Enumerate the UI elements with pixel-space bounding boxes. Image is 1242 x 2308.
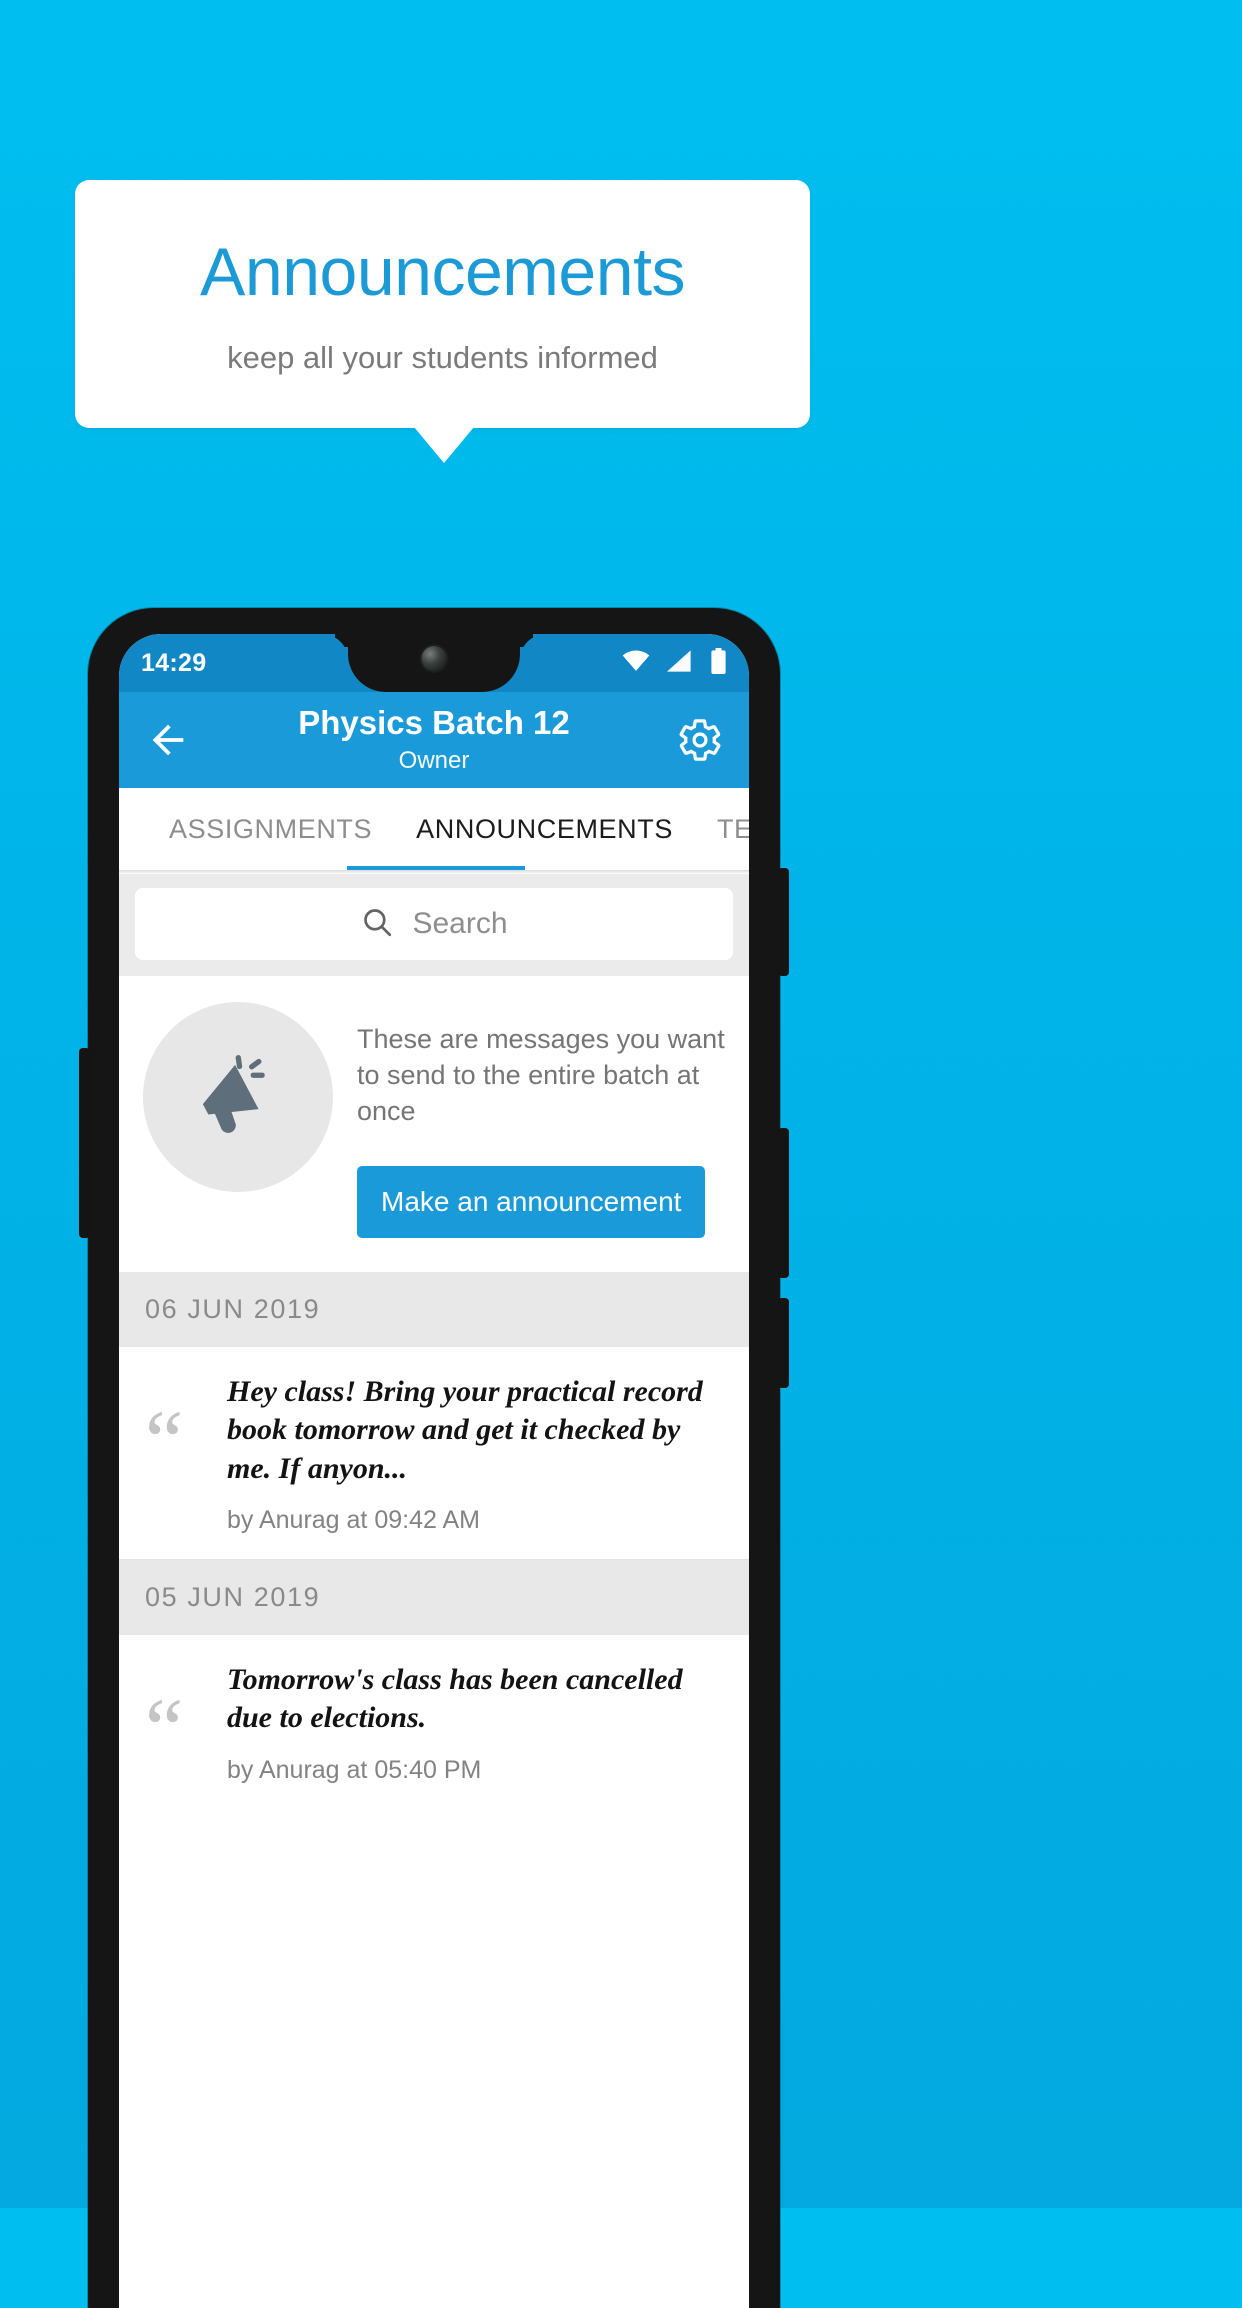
bubble-tail [414, 427, 474, 463]
gear-icon[interactable] [677, 717, 723, 763]
volume-up-button[interactable] [778, 1128, 789, 1278]
tab-bar: ASSIGNMENTS ANNOUNCEMENTS TESTS [119, 788, 749, 870]
batch-title: Physics Batch 12 [298, 704, 570, 742]
search-container: Search [119, 874, 749, 976]
announcement-item[interactable]: “ Hey class! Bring your practical record… [119, 1346, 749, 1559]
status-time: 14:29 [141, 648, 207, 677]
quote-icon: “ [145, 1391, 184, 1488]
app-bar: Physics Batch 12 Owner [119, 692, 749, 788]
status-icons [622, 647, 727, 679]
announcement-text: Tomorrow's class has been cancelled due … [227, 1662, 683, 1735]
announcement-item[interactable]: “ Tomorrow's class has been cancelled du… [119, 1634, 749, 1809]
back-arrow-icon[interactable] [145, 717, 191, 763]
announcement-meta: by Anurag at 05:40 PM [227, 1755, 482, 1784]
batch-role: Owner [398, 746, 470, 774]
megaphone-icon [143, 1002, 333, 1192]
front-camera-icon [421, 646, 447, 671]
notch [348, 634, 520, 692]
battery-icon [710, 647, 727, 679]
signal-icon [667, 649, 693, 677]
phone-screen: 14:29 Physics Batch 12 Owner ASSIGNMENTS… [119, 634, 749, 2308]
promo-bubble: Announcements keep all your students inf… [75, 180, 810, 428]
announcement-meta: by Anurag at 09:42 AM [227, 1505, 480, 1534]
announcement-text: Hey class! Bring your practical record b… [227, 1374, 703, 1485]
date-header: 05 JUN 2019 [119, 1559, 749, 1635]
power-button[interactable] [778, 868, 789, 976]
search-placeholder: Search [412, 907, 508, 940]
announcement-body: Tomorrow's class has been cancelled due … [227, 1661, 723, 1785]
search-icon [360, 905, 394, 944]
search-input[interactable]: Search [135, 888, 733, 960]
volume-down-button[interactable] [778, 1298, 789, 1388]
empty-state-card: These are messages you want to send to t… [119, 976, 749, 1272]
phone-frame: 14:29 Physics Batch 12 Owner ASSIGNMENTS… [79, 608, 789, 2308]
page-title: Announcements [200, 234, 685, 310]
tab-announcements[interactable]: ANNOUNCEMENTS [394, 788, 695, 870]
quote-icon: “ [145, 1679, 184, 1776]
empty-state-text: These are messages you want to send to t… [357, 1024, 725, 1126]
empty-state-right: These are messages you want to send to t… [357, 1002, 725, 1238]
active-tab-indicator [347, 866, 525, 870]
date-header: 06 JUN 2019 [119, 1271, 749, 1347]
assistant-button[interactable] [79, 1048, 90, 1238]
make-announcement-button[interactable]: Make an announcement [357, 1165, 706, 1238]
app-bar-titles: Physics Batch 12 Owner [119, 705, 749, 774]
tab-tests[interactable]: TESTS [695, 788, 749, 870]
page-subtitle: keep all your students informed [227, 340, 658, 375]
announcement-body: Hey class! Bring your practical record b… [227, 1373, 723, 1535]
tab-assignments[interactable]: ASSIGNMENTS [147, 788, 394, 870]
wifi-icon [622, 650, 650, 677]
